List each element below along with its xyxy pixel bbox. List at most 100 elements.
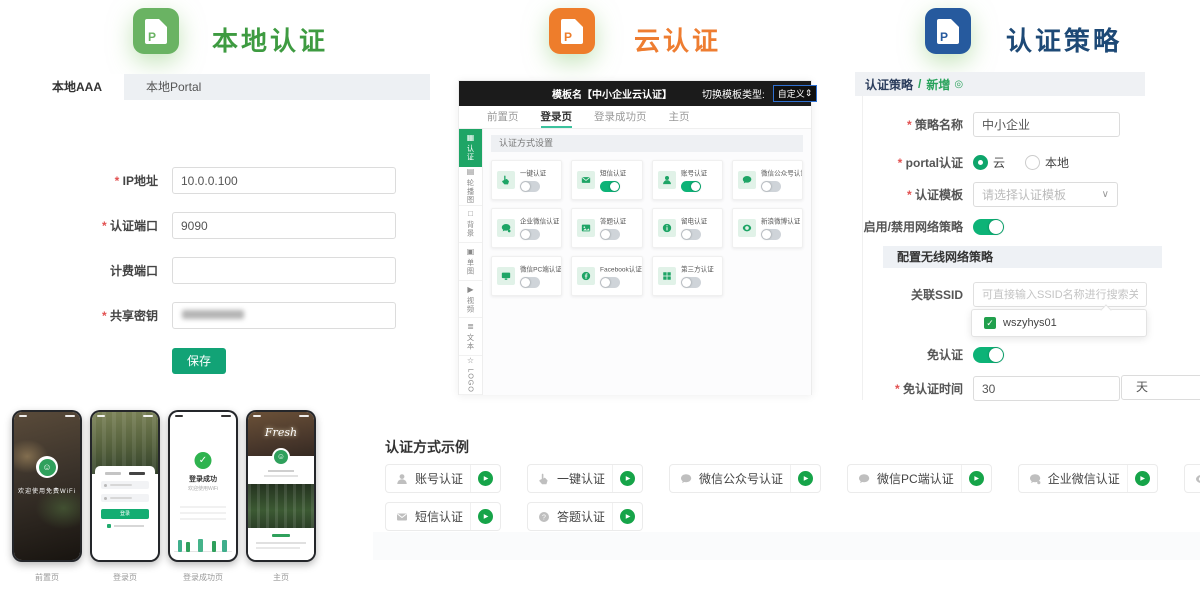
billing-port-input[interactable] (172, 257, 396, 284)
phone-screen: ☺ 欢迎使用免费WiFi (14, 412, 80, 560)
monitor-icon (497, 267, 515, 285)
tab-local-aaa[interactable]: 本地AAA (30, 74, 124, 100)
tab-login-success-page[interactable]: 登录成功页 (594, 106, 647, 128)
local-auth-form: IP地址 认证端口 计费端口 共享密钥 保存 (30, 167, 430, 392)
account-toggle[interactable] (681, 181, 701, 192)
wechat-official-toggle[interactable] (761, 181, 781, 192)
user-icon (658, 171, 676, 189)
radio-option-local[interactable]: 本地 (1025, 154, 1069, 171)
sidebar-item-carousel[interactable]: ▤轮播图 (459, 167, 482, 206)
ip-address-input[interactable] (172, 167, 396, 194)
wechat-pc-toggle[interactable] (520, 277, 540, 288)
example-account-auth[interactable]: 账号认证 ▶ (385, 464, 501, 493)
sidebar-item-text[interactable]: ≣文本 (459, 318, 482, 356)
status-bar (19, 415, 75, 418)
wifi-brand-icon: ☺ (39, 459, 56, 476)
auth-card-thirdparty: 第三方认证 (652, 256, 723, 296)
checked-checkbox[interactable]: ✓ (984, 317, 996, 329)
thirdparty-toggle[interactable] (681, 277, 701, 288)
picture-icon (577, 219, 595, 237)
example-onekey-auth[interactable]: 一键认证 ▶ (527, 464, 643, 493)
radio-option-cloud[interactable]: 云 (973, 154, 1005, 171)
free-auth-toggle[interactable] (973, 347, 1004, 363)
auth-card-phone-capture: 留电认证 (652, 208, 723, 248)
question-circle-icon: ? (538, 511, 550, 523)
check-icon: ✓ (986, 318, 994, 328)
wecom-bubble-icon (497, 219, 515, 237)
play-icon[interactable]: ▶ (620, 471, 635, 486)
example-wechat-official-auth[interactable]: 微信公众号认证 ▶ (669, 464, 821, 493)
login-button: 登录 (101, 509, 149, 519)
phone-mockup-login-page: 登录 (90, 410, 160, 562)
sidebar-item-auth[interactable]: ▦认证 (459, 129, 482, 167)
background-icon: □ (468, 209, 473, 218)
success-check-icon: ✓ (195, 452, 212, 469)
sidebar-item-single-image[interactable]: ▣单图 (459, 243, 482, 281)
example-wechat-pc-auth[interactable]: 微信PC端认证 ▶ (847, 464, 992, 493)
play-icon[interactable]: ▶ (478, 509, 493, 524)
svg-text:?: ? (542, 514, 546, 521)
play-icon[interactable]: ▶ (798, 471, 813, 486)
document-p-icon: P (561, 19, 583, 44)
weibo-toggle[interactable] (761, 229, 781, 240)
play-icon[interactable]: ▶ (478, 471, 493, 486)
auth-template-select[interactable]: 请选择认证模板 ∨ (973, 182, 1118, 207)
wecom-toggle[interactable] (520, 229, 540, 240)
shared-secret-label: 共享密钥 (30, 307, 172, 324)
sidebar-item-video[interactable]: ▶视频 (459, 281, 482, 319)
status-bar (253, 415, 309, 418)
editor-body: ▦认证 ▤轮播图 □背景 ▣单图 ▶视频 ≣文本 ☆LOGO 认证方式设置 一键… (459, 129, 811, 395)
tab-home-page[interactable]: 主页 (669, 106, 690, 128)
save-button[interactable]: 保存 (172, 348, 226, 374)
template-type-select[interactable]: 自定义 ⇕ (773, 85, 818, 102)
wechat-bubble-icon (680, 473, 692, 485)
play-icon[interactable]: ▶ (1135, 471, 1150, 486)
page: P 本地认证 本地AAA 本地Portal IP地址 认证端口 计费端口 共享密… (0, 0, 1200, 591)
document-p-icon: P (937, 19, 959, 44)
phone-capture-toggle[interactable] (681, 229, 701, 240)
wireless-section-title: 配置无线网络策略 (883, 246, 1162, 268)
welcome-text: 欢迎使用免费WiFi (14, 486, 80, 495)
enable-policy-toggle[interactable] (973, 219, 1004, 235)
example-weibo-auth[interactable]: 新浪微博认证 ▶ (1184, 464, 1200, 493)
preview-button[interactable]: 预览 (835, 86, 855, 101)
ssid-option-label[interactable]: wszyhys01 (1003, 317, 1057, 329)
billing-port-label: 计费端口 (30, 262, 172, 279)
sms-toggle[interactable] (600, 181, 620, 192)
tab-local-portal[interactable]: 本地Portal (124, 74, 223, 100)
policy-name-input[interactable] (973, 112, 1120, 137)
auth-card-facebook: Facebook认证 (571, 256, 642, 296)
examples-row-2: 短信认证 ▶ ? 答题认证 ▶ (385, 502, 643, 531)
placeholder-lines (180, 506, 226, 520)
quiz-toggle[interactable] (600, 229, 620, 240)
example-quiz-auth[interactable]: ? 答题认证 ▶ (527, 502, 643, 531)
free-auth-time-input[interactable] (973, 376, 1120, 401)
auth-port-input[interactable] (172, 212, 396, 239)
example-sms-auth[interactable]: 短信认证 ▶ (385, 502, 501, 531)
breadcrumb-current: 新增 (926, 76, 950, 93)
sidebar-item-background[interactable]: □背景 (459, 206, 482, 244)
phone-caption: 主页 (246, 572, 316, 583)
radio-cloud[interactable] (973, 155, 988, 170)
play-icon[interactable]: ▶ (969, 471, 984, 486)
facebook-toggle[interactable] (600, 277, 620, 288)
auth-card-sms: 短信认证 (571, 160, 642, 200)
ssid-search-input[interactable] (973, 282, 1147, 307)
lock-icon (104, 497, 107, 500)
success-subtitle: 欢迎使用WiFi (170, 485, 236, 492)
radio-local[interactable] (1025, 155, 1040, 170)
policy-name-label: * 策略名称 (863, 116, 973, 133)
examples-title: 认证方式示例 (385, 437, 469, 457)
example-wecom-auth[interactable]: 企业微信认证 ▶ (1018, 464, 1158, 493)
sidebar-item-logo[interactable]: ☆LOGO (459, 356, 482, 395)
breadcrumb-root[interactable]: 认证策略 (865, 76, 913, 93)
document-p-icon: P (145, 19, 167, 44)
tab-pre-page[interactable]: 前置页 (487, 106, 519, 128)
play-icon[interactable]: ▶ (620, 509, 635, 524)
tab-login-page[interactable]: 登录页 (541, 106, 573, 128)
phone-caption: 登录成功页 (168, 572, 238, 583)
grid-icon: ▦ (467, 133, 475, 142)
onekey-toggle[interactable] (520, 181, 540, 192)
examples-row-1: 账号认证 ▶ 一键认证 ▶ 微信公众号认证 ▶ 微信PC端认证 ▶ 企业微信认证… (385, 464, 1200, 493)
cloud-editor-window: 模板名【中小企业云认证】 切换模板类型: 自定义 ⇕ 预览 前置页 登录页 登录… (458, 80, 812, 395)
